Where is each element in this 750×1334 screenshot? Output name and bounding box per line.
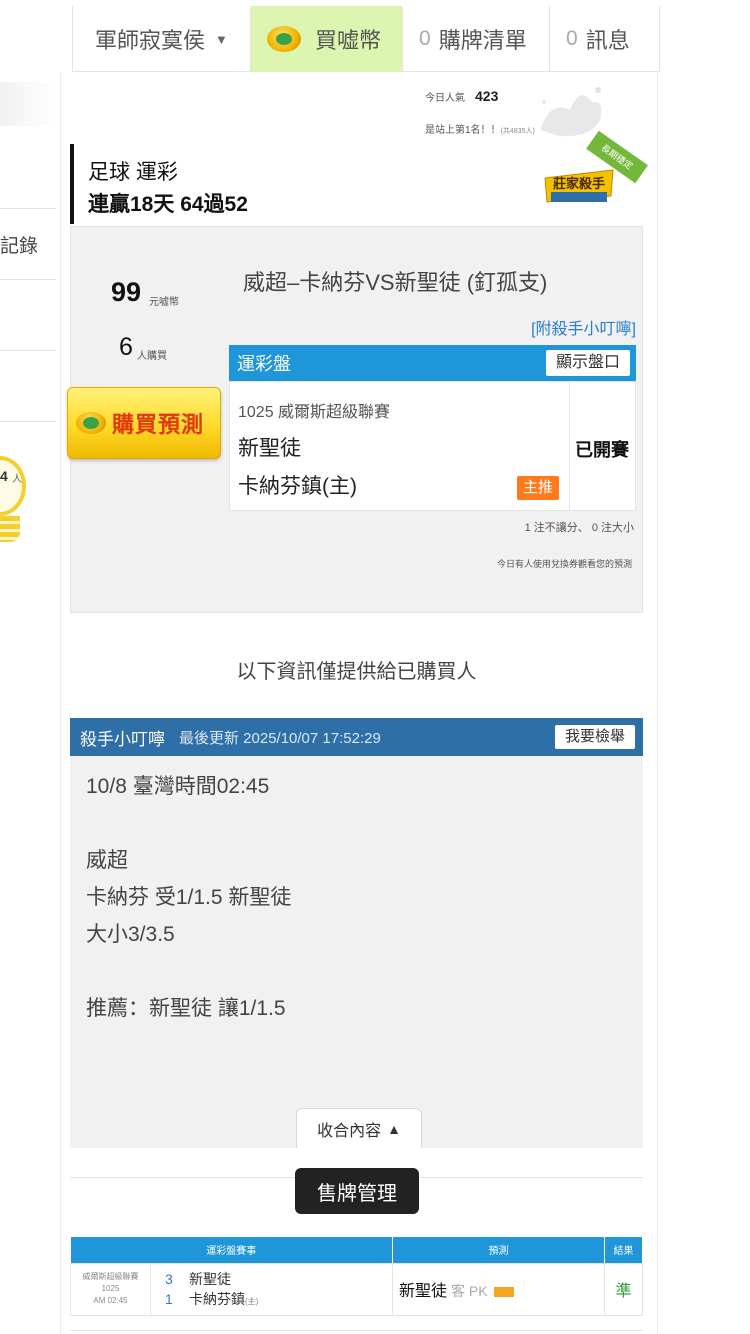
tips-line [86, 805, 627, 842]
tips-updated: 最後更新 2025/10/07 17:52:29 [179, 729, 381, 747]
row-result: 準 [604, 1262, 643, 1316]
show-odds-button[interactable]: 顯示盤口 [545, 350, 630, 376]
tips-line [86, 953, 627, 990]
top-nav: 軍師寂寞侯 ▼ 買嘘幣 0 購牌清單 0 訊息 [72, 6, 660, 72]
purchase-list-count: 0 [419, 27, 431, 50]
col-header-result: 結果 [604, 1237, 643, 1263]
messages-count: 0 [566, 27, 578, 50]
main-pick-tag: 主推 [516, 476, 559, 500]
buy-prediction-label: 購買預測 [112, 412, 205, 437]
user-name: 軍師寂寞侯 [95, 28, 206, 53]
chevron-up-icon: ▲ [387, 1120, 401, 1137]
tips-body: 10/8 臺灣時間02:45 威超 卡納芬 受1/1.5 新聖徒 大小3/3.5… [70, 756, 643, 1148]
table-row: 威爾斯超級聯賽 1025 AM 02:45 3 新聖徒 1 卡納芬鎮(主) 新聖徒客… [70, 1262, 643, 1316]
sidebar-item[interactable] [0, 280, 56, 351]
purchase-list-button[interactable]: 0 購牌清單 [402, 6, 549, 72]
attached-tips-link[interactable]: [附殺手小叮嚀] [531, 315, 636, 339]
bookie-killer-badge-icon: 莊家殺手 [544, 169, 614, 203]
home-team: 卡納芬鎮 [189, 1291, 245, 1307]
match-status: 已開賽 [575, 440, 629, 460]
buy-coins-label: 買嘘幣 [315, 28, 382, 53]
sales-management-button[interactable]: 售牌管理 [295, 1168, 419, 1214]
bulb-unit: 人 [12, 474, 22, 485]
popularity-value: 423 [475, 88, 499, 104]
odds-title: 運彩盤 [237, 354, 291, 374]
odds-body: 1025 威爾斯超級聯賽 新聖徒 卡納芬鎮(主) 主推 已開賽 [229, 381, 636, 511]
tips-line: 卡納芬 受1/1.5 新聖徒 [86, 886, 292, 909]
messages-label: 訊息 [585, 28, 630, 53]
bet-summary: 1 注不讓分、 0 注大小 [524, 522, 634, 534]
sidebar-item[interactable] [0, 138, 56, 209]
tips-line: 10/8 臺灣時間02:45 [86, 775, 270, 798]
tips-title: 殺手小叮嚀 [80, 729, 165, 749]
buy-prediction-button[interactable]: 購買預測 [67, 387, 221, 459]
purchase-list-label: 購牌清單 [438, 28, 527, 53]
home-score: 1 [165, 1291, 173, 1307]
left-sidebar: 記錄 [0, 138, 56, 428]
home-team: 卡納芬鎮(主) [238, 475, 357, 498]
tips-line: 大小3/3.5 [86, 923, 175, 946]
buyers-count: 6 [119, 333, 133, 361]
sidebar-item[interactable] [0, 351, 56, 422]
collapse-content-button[interactable]: 收合內容 ▲ [296, 1108, 422, 1148]
col-header-prediction: 預測 [392, 1237, 605, 1263]
away-team: 新聖徒 [189, 1271, 231, 1287]
match-title: 威超–卡納芬VS新聖徒 (釘孤支) [243, 270, 548, 295]
report-button[interactable]: 我要檢舉 [554, 725, 635, 749]
buyers-only-notice: 以下資訊僅提供給已購買人 [236, 661, 477, 683]
badge-text: 莊家殺手 [553, 176, 605, 192]
price-unit: 元嘘幣 [149, 297, 179, 308]
seller-header: 足球 運彩 連贏18天 64過52 莊家殺手 長期穩定 [70, 130, 648, 224]
row-prediction: 新聖徒客 PK [392, 1262, 605, 1316]
prediction-card: 99 元嘘幣 6 人購買 購買預測 威超–卡納芬VS新聖徒 (釘孤支) [附殺手… [67, 226, 643, 613]
away-team: 新聖徒 [238, 437, 301, 460]
match-info: 1025 威爾斯超級聯賽 新聖徒 卡納芬鎮(主) 主推 [230, 382, 570, 510]
col-header-match: 運彩盤賽事 [70, 1237, 393, 1263]
popularity: 今日人氣 423 [425, 88, 499, 104]
home-mark: (主) [245, 1297, 259, 1306]
chevron-down-icon: ▼ [215, 31, 228, 47]
coupon-note: 今日有人使用兌換券觀看您的預測 [496, 559, 632, 569]
results-table: 運彩盤賽事 預測 結果 威爾斯超級聯賽 1025 AM 02:45 3 新聖徒 1… [70, 1237, 643, 1316]
seller-streak: 連贏18天 64過52 [88, 193, 248, 216]
rank-text: 是站上第1名！！(共4835人) [425, 125, 535, 136]
league-line: 1025 威爾斯超級聯賽 [238, 404, 391, 421]
price-value: 99 [111, 277, 142, 307]
collapse-label: 收合內容 [317, 1122, 382, 1140]
coin-icon [76, 412, 106, 434]
pred-type: 客 PK [451, 1283, 488, 1299]
sidebar-item-records[interactable]: 記錄 [0, 209, 56, 280]
odds-header: 運彩盤 顯示盤口 [229, 345, 636, 381]
pred-team: 新聖徒 [399, 1283, 448, 1300]
away-score: 3 [165, 1271, 173, 1287]
lightbulb-icon: 4 人 [0, 456, 30, 551]
blurred-banner [0, 82, 58, 126]
coin-icon [267, 26, 301, 52]
main-pick-icon [493, 1286, 514, 1297]
row-league: 威爾斯超級聯賽 1025 AM 02:45 [70, 1262, 151, 1316]
row-teams: 3 新聖徒 1 卡納芬鎮(主) [150, 1262, 393, 1316]
divider [70, 1330, 643, 1331]
messages-button[interactable]: 0 訊息 [549, 6, 660, 72]
seller-category: 足球 運彩 [88, 161, 178, 184]
bulb-count: 4 [0, 468, 8, 484]
tips-line: 推薦：新聖徒 讓1/1.5 [86, 997, 286, 1020]
buyers-unit: 人購買 [137, 351, 167, 362]
tips-line: 威超 [86, 849, 128, 872]
tips-header: 殺手小叮嚀 最後更新 2025/10/07 17:52:29 我要檢舉 [70, 718, 643, 756]
buy-coins-button[interactable]: 買嘘幣 [250, 6, 402, 72]
user-menu[interactable]: 軍師寂寞侯 ▼ [72, 6, 250, 72]
